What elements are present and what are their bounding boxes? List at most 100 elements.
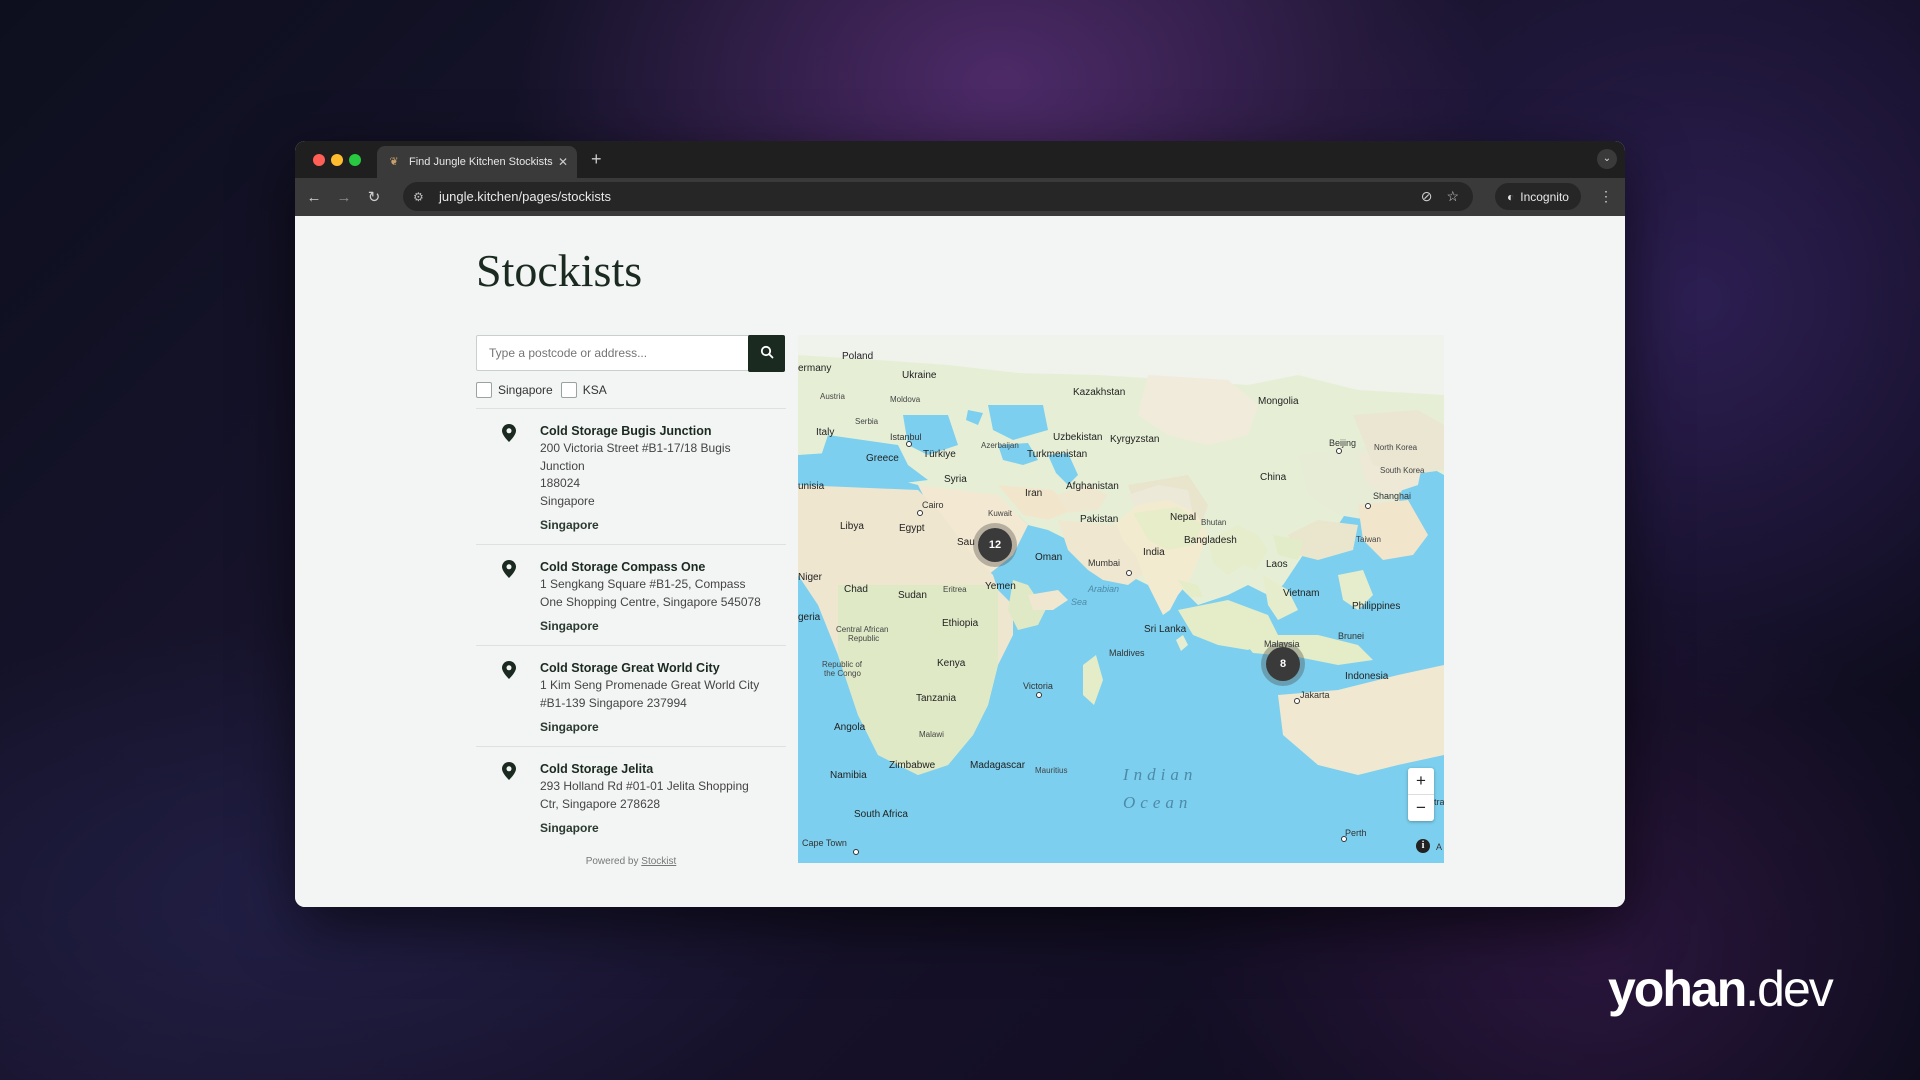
map-label: Iran	[1025, 488, 1043, 499]
checkbox[interactable]	[476, 382, 492, 398]
filter-ksa[interactable]: KSA	[560, 382, 607, 398]
search-input[interactable]	[476, 335, 766, 371]
zoom-in-button[interactable]: +	[1408, 768, 1434, 794]
stockist-region-tag: Singapore	[540, 720, 599, 734]
new-tab-button[interactable]: +	[591, 149, 602, 170]
list-item[interactable]: Cold Storage Great World City 1 Kim Seng…	[476, 646, 786, 747]
stockist-address-line: One Shopping Centre, Singapore 545078	[540, 594, 761, 609]
powered-by-text: Powered by	[585, 856, 639, 867]
map-info-icon[interactable]: i	[1416, 839, 1430, 853]
stockist-address-line: Singapore	[540, 493, 595, 508]
map-label: Kyrgyzstan	[1110, 434, 1160, 445]
map-label: Chad	[844, 584, 868, 595]
map-label: Moldova	[890, 395, 921, 404]
stockist-address-line: #B1-139 Singapore 237994	[540, 695, 687, 710]
map-label: Indonesia	[1345, 671, 1389, 682]
map-label: Tanzania	[916, 693, 957, 704]
search-button[interactable]	[748, 335, 785, 372]
map-pin-icon	[502, 560, 516, 578]
map-label: Greece	[866, 453, 899, 464]
map-label: Jakarta	[1300, 690, 1330, 700]
map-label: Mauritius	[1035, 766, 1068, 775]
map-label: Libya	[840, 521, 864, 532]
map-label: Serbia	[855, 417, 879, 426]
stockist-map[interactable]: Poland Ukraine ermany Austria Moldova Se…	[798, 335, 1444, 863]
close-window-button[interactable]	[313, 154, 325, 166]
stockist-list[interactable]: Cold Storage Bugis Junction 200 Victoria…	[476, 408, 786, 837]
city-dot	[1294, 698, 1300, 704]
map-label: Madagascar	[970, 760, 1026, 771]
more-menu-icon[interactable]: ⋮	[1599, 188, 1613, 205]
browser-toolbar: ← → ↻ ⚙ jungle.kitchen/pages/stockists ⊘…	[295, 178, 1625, 216]
watermark-light: .dev	[1745, 961, 1834, 1017]
map-label: Sri Lanka	[1144, 624, 1187, 635]
filter-singapore[interactable]: Singapore	[476, 382, 553, 398]
stockist-region-tag: Singapore	[540, 619, 599, 633]
list-item[interactable]: Cold Storage Jelita 293 Holland Rd #01-0…	[476, 747, 786, 837]
forward-arrow-icon[interactable]: →	[329, 189, 359, 206]
map-label: Yemen	[985, 581, 1016, 592]
maximize-window-button[interactable]	[349, 154, 361, 166]
incognito-label: Incognito	[1520, 189, 1569, 204]
stockist-address-line: 1 Sengkang Square #B1-25, Compass	[540, 577, 746, 591]
city-dot	[1341, 836, 1347, 842]
map-label: Angola	[834, 722, 866, 733]
stockist-name[interactable]: Cold Storage Bugis Junction	[540, 423, 786, 440]
map-label: Niger	[798, 572, 822, 583]
map-label: Bangladesh	[1184, 535, 1237, 546]
map-label: Cairo	[922, 500, 944, 510]
address-bar[interactable]: ⚙ jungle.kitchen/pages/stockists ⊘ ☆	[403, 182, 1473, 211]
minimize-window-button[interactable]	[331, 154, 343, 166]
site-settings-icon[interactable]: ⚙	[413, 190, 431, 204]
city-dot	[906, 441, 912, 447]
map-label: Ethiopia	[942, 618, 979, 629]
map-label: Uzbekistan	[1053, 432, 1103, 443]
map-ocean-label: Indian	[1123, 765, 1198, 784]
map-pin-icon	[502, 762, 516, 780]
map-label: Pakistan	[1080, 514, 1119, 525]
incognito-badge[interactable]: ◐ Incognito	[1495, 183, 1581, 210]
stockist-address-line: Junction	[540, 458, 585, 473]
map-label: Oman	[1035, 552, 1063, 563]
stockist-name[interactable]: Cold Storage Great World City	[540, 660, 786, 677]
map-label: Austria	[820, 392, 845, 401]
list-item[interactable]: Cold Storage Bugis Junction 200 Victoria…	[476, 409, 786, 545]
map-label: Syria	[944, 474, 967, 485]
map-label: the Congo	[824, 669, 861, 678]
map-label: Nepal	[1170, 512, 1197, 523]
map-cluster-marker[interactable]: 8	[1266, 647, 1300, 681]
checkbox[interactable]	[560, 382, 577, 398]
stockist-name[interactable]: Cold Storage Compass One	[540, 559, 786, 576]
map-ocean-label: Ocean	[1123, 793, 1193, 812]
map-label: Ukraine	[902, 370, 937, 381]
close-tab-icon[interactable]: ✕	[555, 155, 571, 169]
powered-by-footer: Powered by Stockist	[476, 856, 786, 867]
reload-icon[interactable]: ↻	[359, 188, 389, 206]
back-arrow-icon[interactable]: ←	[299, 189, 329, 206]
stockist-region-tag: Singapore	[540, 821, 599, 835]
map-label: Istanbul	[890, 432, 922, 442]
bookmark-star-icon[interactable]: ☆	[1446, 188, 1459, 205]
stockist-region-tag: Singapore	[540, 518, 599, 532]
map-label: Republic	[848, 634, 880, 643]
map-pin-icon	[502, 424, 516, 442]
map-label: Zimbabwe	[889, 760, 936, 771]
eye-off-icon[interactable]: ⊘	[1421, 188, 1433, 205]
map-label: Beijing	[1329, 438, 1357, 448]
stockist-address-line: 1 Kim Seng Promenade Great World City	[540, 678, 760, 692]
stockist-name[interactable]: Cold Storage Jelita	[540, 761, 786, 778]
map-label: China	[1260, 472, 1287, 483]
map-cluster-marker[interactable]: 12	[978, 528, 1012, 562]
list-item[interactable]: Cold Storage Compass One 1 Sengkang Squa…	[476, 545, 786, 646]
map-label: Mongolia	[1258, 396, 1299, 407]
map-label: Perth	[1345, 828, 1367, 838]
map-label: Malawi	[919, 730, 944, 739]
stockist-link[interactable]: Stockist	[641, 856, 676, 867]
city-dot	[1036, 692, 1042, 698]
browser-window: ❦ Find Jungle Kitchen Stockists ✕ + ⌄ ← …	[295, 141, 1625, 907]
zoom-out-button[interactable]: −	[1408, 794, 1434, 821]
browser-tab[interactable]: ❦ Find Jungle Kitchen Stockists ✕	[377, 146, 577, 178]
tab-search-chevron-icon[interactable]: ⌄	[1597, 149, 1617, 169]
map-label: geria	[798, 612, 821, 623]
map-label: Kazakhstan	[1073, 387, 1126, 398]
